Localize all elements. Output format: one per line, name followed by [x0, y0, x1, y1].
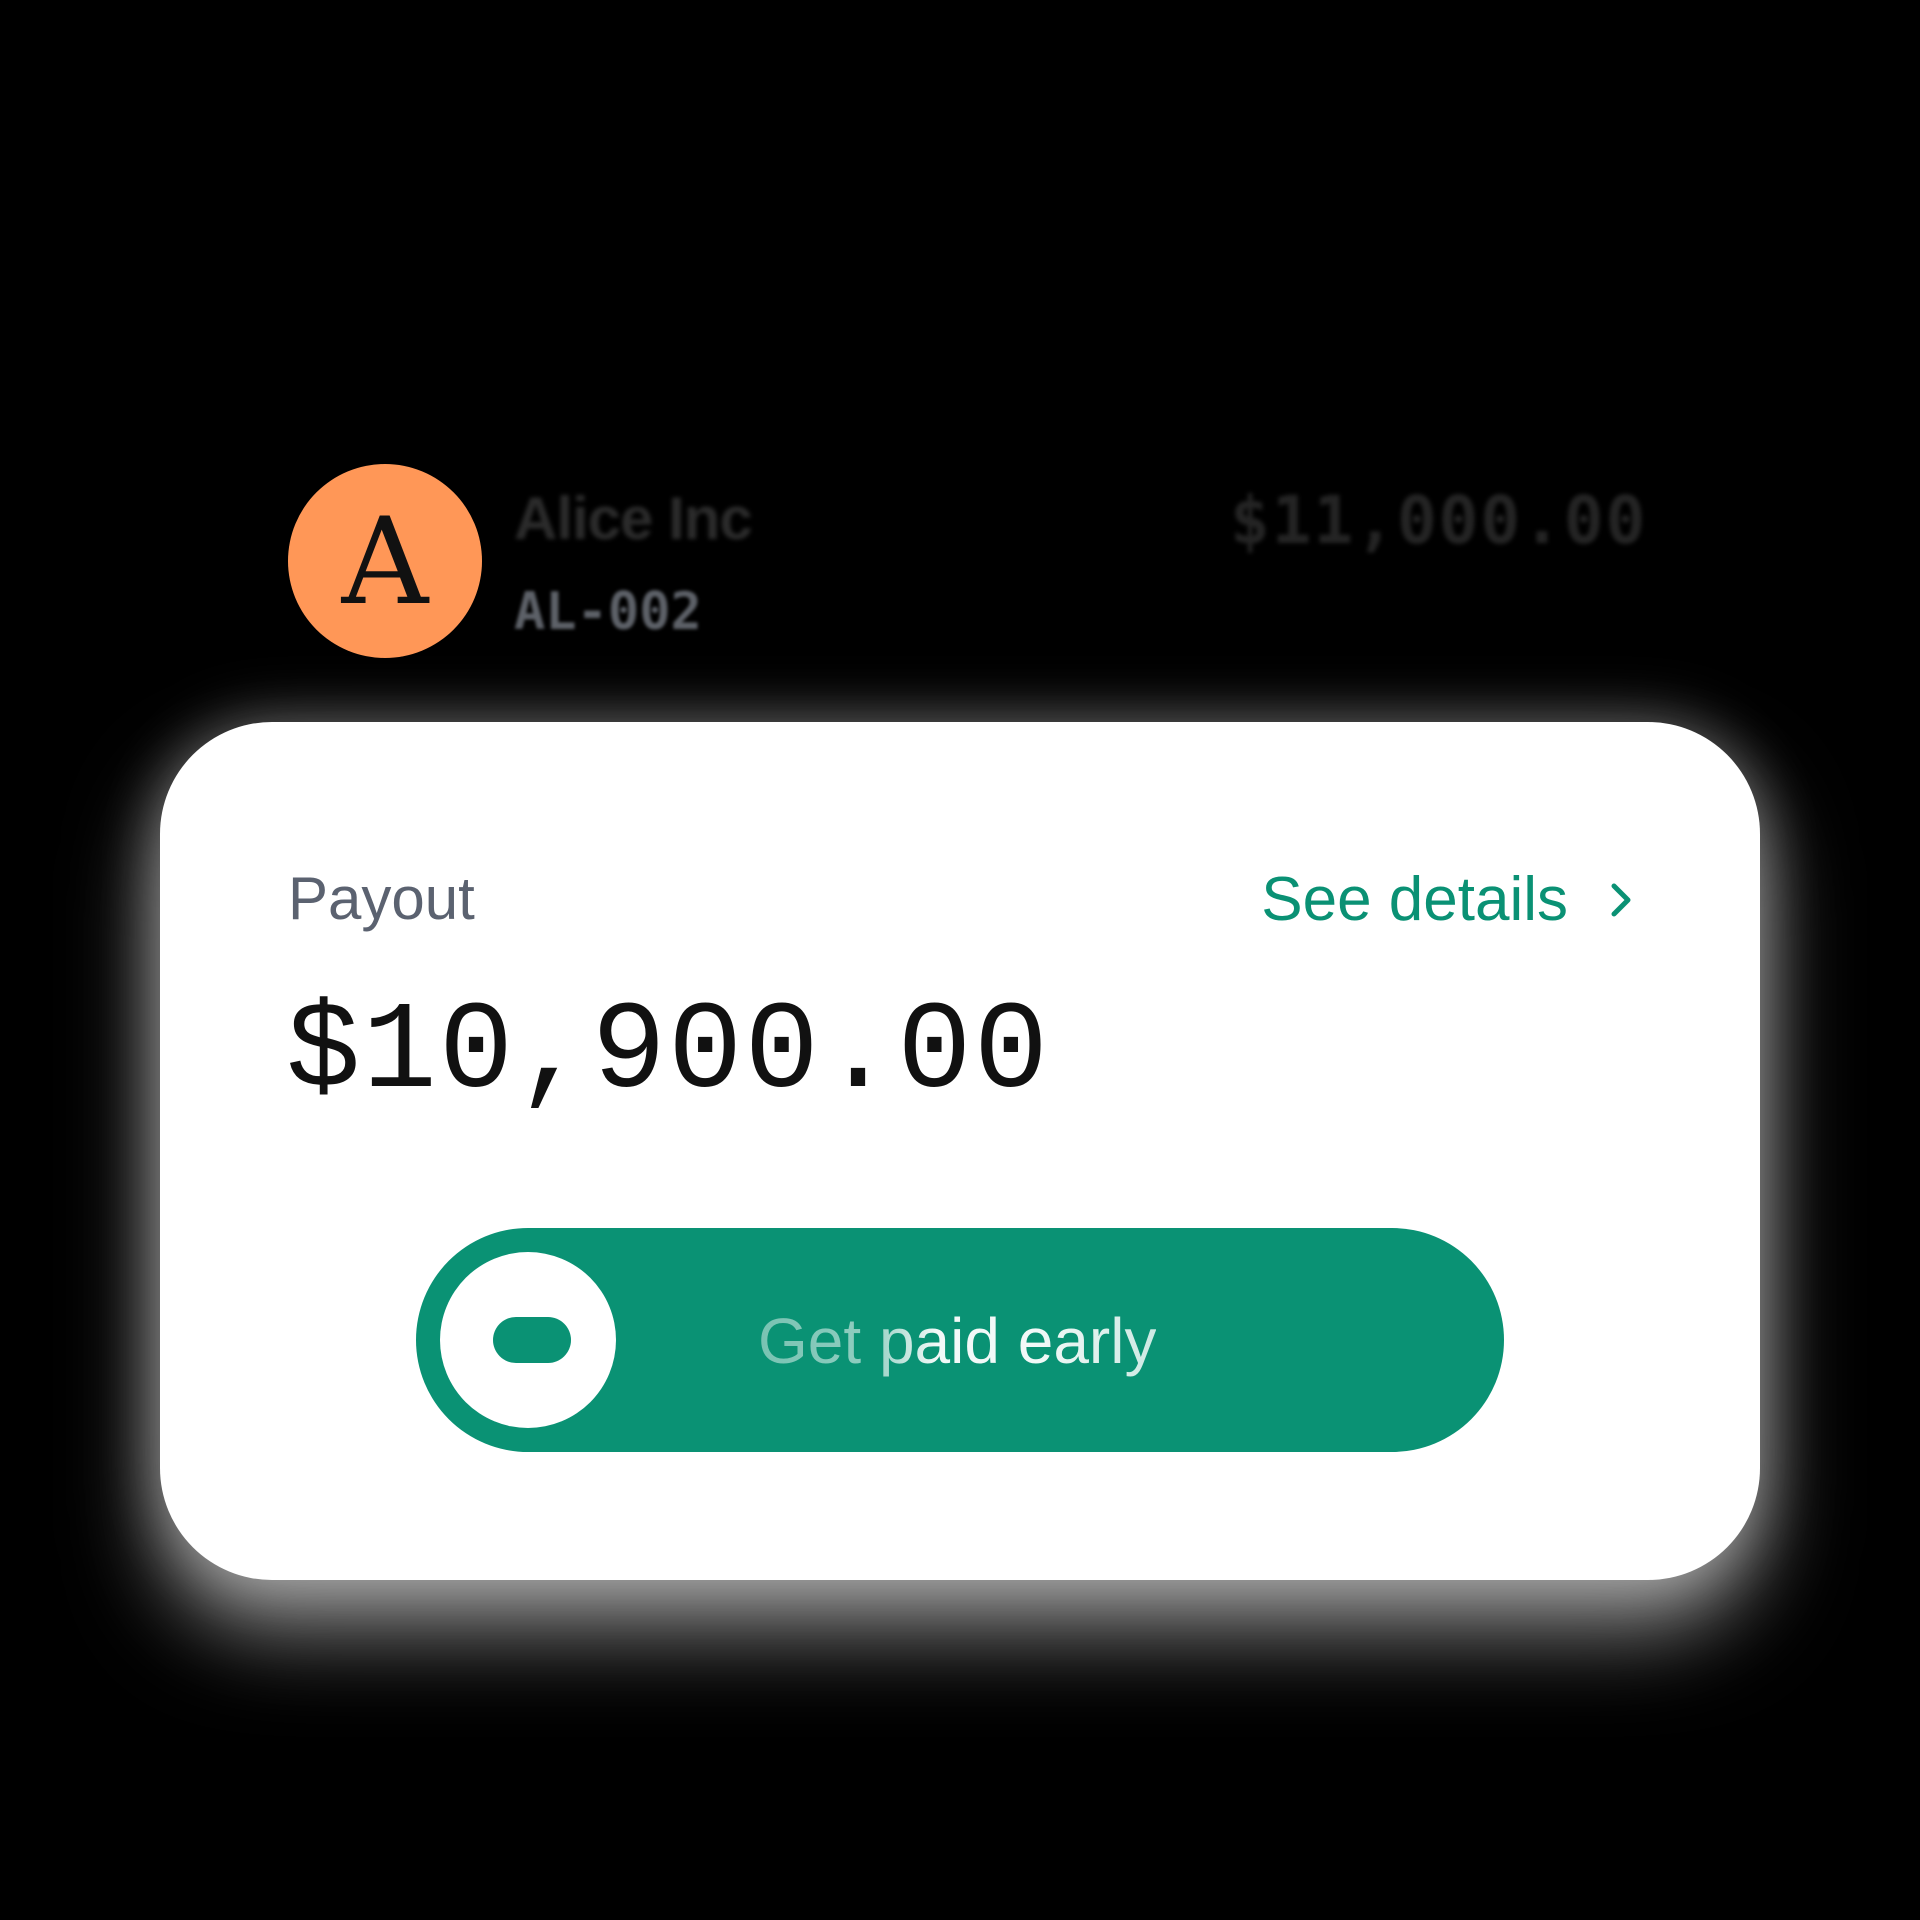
see-details-link[interactable]: See details	[1261, 864, 1632, 935]
payout-card: Payout See details $10,900.00 Get paid e…	[160, 722, 1760, 1580]
slider-knob[interactable]	[440, 1252, 616, 1428]
see-details-label: See details	[1261, 865, 1568, 934]
stage: A Alice Inc AL-002 $11,000.00 Payout See…	[0, 0, 1920, 1920]
invoice-customer-name: Alice Inc	[514, 485, 753, 552]
invoice-row: A Alice Inc AL-002 $11,000.00	[288, 464, 1648, 664]
invoice-amount: $11,000.00	[1230, 482, 1648, 559]
payout-amount: $10,900.00	[286, 984, 1051, 1124]
chevron-right-icon	[1611, 883, 1631, 916]
payout-label: Payout	[288, 865, 475, 932]
get-paid-early-slider[interactable]: Get paid early	[416, 1228, 1504, 1452]
slider-knob-icon	[493, 1317, 571, 1363]
invoice-id: AL-002	[514, 582, 702, 642]
avatar: A	[288, 464, 482, 658]
slider-label: Get paid early	[758, 1305, 1157, 1377]
avatar-letter: A	[341, 493, 429, 632]
